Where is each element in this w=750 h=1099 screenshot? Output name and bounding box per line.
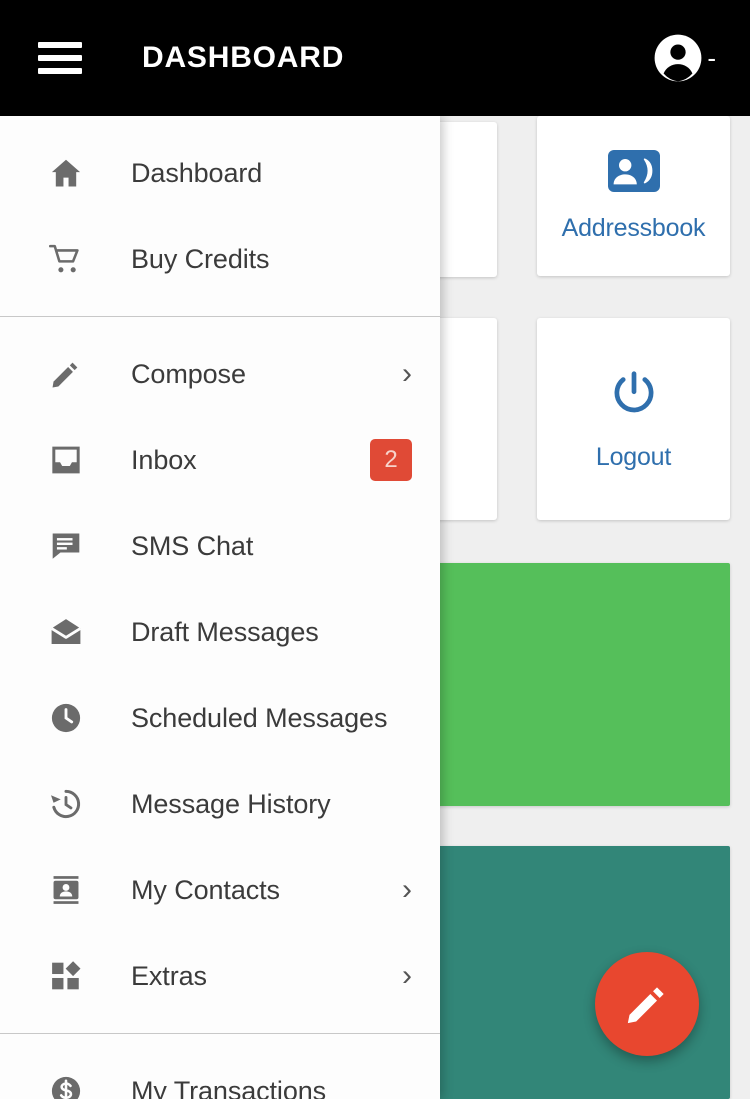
nav-group-primary: Dashboard Buy Credits <box>0 116 440 316</box>
pencil-icon <box>627 987 664 1024</box>
power-icon <box>614 370 653 412</box>
sidebar-item-label: My Transactions <box>131 1075 327 1099</box>
chat-bubble-icon <box>46 526 86 566</box>
sidebar-item-my-contacts[interactable]: My Contacts › <box>0 847 440 933</box>
sidebar-item-label: Compose <box>131 358 246 389</box>
hamburger-bar <box>38 55 82 61</box>
hamburger-bar <box>38 42 82 48</box>
nav-group-account: My Transactions <box>0 1034 440 1099</box>
pencil-icon <box>46 354 86 394</box>
sidebar-item-scheduled-messages[interactable]: Scheduled Messages <box>0 675 440 761</box>
sidebar-item-message-history[interactable]: Message History <box>0 761 440 847</box>
account-button[interactable]: - <box>651 31 716 85</box>
sidebar-item-sms-chat[interactable]: SMS Chat <box>0 503 440 589</box>
shopping-cart-icon <box>46 239 86 279</box>
sidebar-item-buy-credits[interactable]: Buy Credits <box>0 216 440 302</box>
page-title: DASHBOARD <box>142 41 345 74</box>
sidebar-item-label: SMS Chat <box>131 530 254 561</box>
sidebar-item-extras[interactable]: Extras › <box>0 933 440 1019</box>
sidebar-item-my-transactions[interactable]: My Transactions <box>0 1048 440 1099</box>
inbox-unread-badge: 2 <box>370 439 412 481</box>
sidebar-item-inbox[interactable]: Inbox 2 <box>0 417 440 503</box>
account-circle-icon <box>654 34 702 82</box>
dashboard-screen: orts Addressbook PI Logout <box>0 0 750 1099</box>
addressbook-icon <box>607 149 660 192</box>
home-icon <box>46 153 86 193</box>
sidebar-item-label: Draft Messages <box>131 616 319 647</box>
navigation-drawer: Dashboard Buy Credits Compose › Inbox 2 … <box>0 116 440 1099</box>
sidebar-item-label: Extras <box>131 960 207 991</box>
hamburger-menu-icon[interactable] <box>38 36 94 80</box>
sidebar-item-label: Scheduled Messages <box>131 702 388 733</box>
dashboard-card-addressbook[interactable]: Addressbook <box>537 116 730 276</box>
envelope-open-icon <box>46 612 86 652</box>
sidebar-item-label: Dashboard <box>131 157 263 188</box>
dashboard-card-logout[interactable]: Logout <box>537 318 730 520</box>
history-icon <box>46 784 86 824</box>
clock-icon <box>46 698 86 738</box>
sidebar-item-compose[interactable]: Compose › <box>0 331 440 417</box>
sidebar-item-label: Buy Credits <box>131 243 270 274</box>
sidebar-item-label: Inbox <box>131 444 197 475</box>
dashboard-card-label: Logout <box>595 442 672 471</box>
chevron-right-icon: › <box>402 873 412 906</box>
nav-group-messaging: Compose › Inbox 2 SMS Chat Draft Message… <box>0 317 440 1033</box>
contact-card-icon <box>46 870 86 910</box>
chevron-right-icon: › <box>402 357 412 390</box>
app-bar: DASHBOARD - <box>0 0 750 116</box>
sidebar-item-draft-messages[interactable]: Draft Messages <box>0 589 440 675</box>
chevron-right-icon: › <box>402 959 412 992</box>
hamburger-bar <box>38 68 82 74</box>
account-suffix-label: - <box>707 43 716 73</box>
sidebar-item-dashboard[interactable]: Dashboard <box>0 130 440 216</box>
widgets-icon <box>46 956 86 996</box>
sidebar-item-label: My Contacts <box>131 874 280 905</box>
dashboard-card-label: Addressbook <box>561 213 706 242</box>
money-icon <box>46 1071 86 1099</box>
inbox-tray-icon <box>46 440 86 480</box>
sidebar-item-label: Message History <box>131 788 331 819</box>
compose-fab-button[interactable] <box>595 952 699 1056</box>
